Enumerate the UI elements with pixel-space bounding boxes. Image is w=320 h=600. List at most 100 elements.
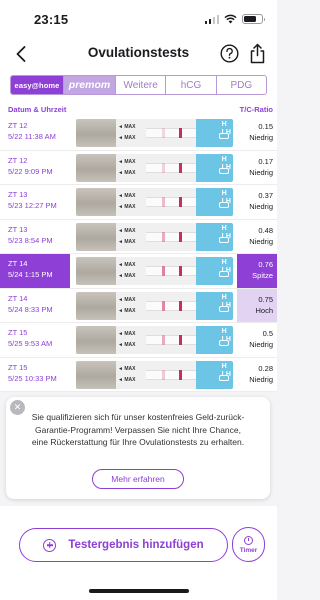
tab-label: Weitere bbox=[123, 79, 158, 91]
test-line bbox=[162, 266, 165, 276]
status-icons bbox=[204, 14, 265, 24]
strip-handle bbox=[76, 291, 116, 320]
row-ratio-cell: 0.75 Hoch bbox=[237, 288, 277, 322]
strip-label-box bbox=[219, 340, 229, 346]
control-line bbox=[179, 335, 182, 345]
strip-handle bbox=[76, 153, 116, 182]
strip-label-box bbox=[219, 202, 229, 208]
row-date-cell: ZT 15 5/25 9:53 AM bbox=[0, 323, 70, 357]
level-label: Niedrig bbox=[249, 374, 273, 384]
control-line bbox=[179, 369, 182, 380]
strip-max-marker: ◄ MAX ◄ MAX bbox=[118, 124, 136, 141]
cycle-day-label: ZT 13 bbox=[8, 224, 28, 234]
date-time-label: 5/24 8:33 PM bbox=[8, 304, 53, 314]
tc-ratio-value: 0.37 bbox=[258, 191, 273, 200]
tab-label: easy@home bbox=[14, 80, 60, 90]
tab-premom[interactable]: premom bbox=[63, 76, 115, 94]
test-line bbox=[162, 335, 165, 345]
row-date-cell: ZT 13 5/23 12:27 PM bbox=[0, 185, 70, 219]
date-time-label: 5/24 1:15 PM bbox=[8, 270, 53, 279]
wifi-icon bbox=[224, 14, 237, 24]
banner-text: Sie qualifizieren sich für unser kostenf… bbox=[31, 412, 245, 447]
level-label: Niedrig bbox=[249, 202, 273, 211]
strip-max-marker: ◄ MAX ◄ MAX bbox=[118, 193, 136, 210]
cycle-day-label: ZT 14 bbox=[8, 293, 28, 303]
tab-weitere[interactable]: Weitere bbox=[115, 76, 165, 94]
tc-ratio-value: 0.5 bbox=[262, 329, 273, 338]
row-ratio-cell: 0.17 Niedrig bbox=[237, 151, 277, 185]
tab-pdg[interactable]: PDG bbox=[215, 76, 266, 94]
test-result-row[interactable]: ZT 12 5/22 9:09 PM ◄ MAX ◄ MAX H LH 0.17 Niedri… bbox=[0, 150, 277, 185]
control-line bbox=[179, 197, 182, 207]
test-result-row[interactable]: ZT 13 5/23 8:54 PM ◄ MAX ◄ MAX H LH 0.48 Niedri… bbox=[0, 219, 277, 254]
control-line bbox=[179, 162, 182, 173]
add-test-result-label: Testergebnis hinzufügen bbox=[68, 539, 204, 551]
table-header: Datum & Uhrzeit T/C-Ratio bbox=[0, 102, 277, 116]
test-result-row[interactable]: ZT 13 5/23 12:27 PM ◄ MAX ◄ MAX H LH 0.37 Niedr… bbox=[0, 185, 277, 220]
test-strip-image: ◄ MAX ◄ MAX H LH bbox=[76, 222, 233, 251]
test-strip-image: ◄ MAX ◄ MAX H LH bbox=[76, 153, 233, 182]
tc-ratio-value: 0.28 bbox=[258, 363, 273, 373]
home-indicator bbox=[89, 589, 189, 593]
test-result-row[interactable]: ZT 15 5/25 9:53 AM ◄ MAX ◄ MAX H LH 0.5 Niedrig bbox=[0, 323, 277, 358]
level-label: Niedrig bbox=[249, 236, 273, 246]
test-strip-image: ◄ MAX ◄ MAX H LH bbox=[76, 291, 233, 320]
row-ratio-cell: 0.37 Niedrig bbox=[237, 185, 277, 219]
strip-window bbox=[146, 231, 196, 242]
row-date-cell: ZT 13 5/23 8:54 PM bbox=[0, 220, 70, 254]
add-test-result-button[interactable]: Testergebnis hinzufügen bbox=[19, 528, 228, 562]
strip-label: H LH bbox=[196, 291, 233, 320]
test-result-row[interactable]: ZT 15 5/25 10:33 PM ◄ MAX ◄ MAX H LH 0.28 Niedr… bbox=[0, 357, 277, 392]
control-line bbox=[179, 266, 182, 276]
test-result-row[interactable]: ZT 14 5/24 8:33 PM ◄ MAX ◄ MAX H LH 0.75 Hoch bbox=[0, 288, 277, 323]
strip-handle bbox=[76, 119, 116, 147]
plus-icon bbox=[43, 538, 57, 552]
tab-label: hCG bbox=[180, 79, 202, 91]
strip-window bbox=[146, 197, 196, 207]
cycle-day-label: ZT 12 bbox=[8, 121, 28, 130]
learn-more-button[interactable]: Mehr erfahren bbox=[92, 469, 184, 489]
row-ratio-cell: 0.28 Niedrig bbox=[237, 358, 277, 392]
column-header-date: Datum & Uhrzeit bbox=[8, 105, 67, 114]
strip-label-box bbox=[219, 167, 229, 174]
test-line bbox=[162, 231, 165, 242]
test-strip-image: ◄ MAX ◄ MAX H LH bbox=[76, 360, 233, 389]
bottom-toolbar: Testergebnis hinzufügen Timer bbox=[0, 506, 277, 600]
test-line bbox=[162, 128, 165, 138]
timer-button[interactable]: Timer bbox=[232, 527, 265, 562]
timer-icon bbox=[244, 535, 253, 545]
test-result-row[interactable]: ZT 14 5/24 1:15 PM ◄ MAX ◄ MAX H LH 0.76 Spitze bbox=[0, 254, 277, 289]
test-line bbox=[162, 369, 165, 380]
date-time-label: 5/22 11:38 AM bbox=[8, 132, 56, 141]
date-time-label: 5/23 8:54 PM bbox=[8, 235, 53, 245]
help-icon[interactable] bbox=[220, 44, 239, 63]
test-strip-image: ◄ MAX ◄ MAX H LH bbox=[76, 326, 233, 354]
share-icon[interactable] bbox=[248, 43, 267, 64]
tab-easyhome[interactable]: easy@home bbox=[11, 76, 63, 94]
tab-label: PDG bbox=[230, 79, 253, 91]
level-label: Niedrig bbox=[249, 340, 273, 349]
cycle-day-label: ZT 12 bbox=[8, 155, 28, 165]
strip-label: H LH bbox=[196, 326, 233, 354]
tab-hcg[interactable]: hCG bbox=[165, 76, 215, 94]
close-icon[interactable]: ✕ bbox=[10, 400, 25, 415]
strip-max-marker: ◄ MAX ◄ MAX bbox=[118, 296, 136, 314]
tc-ratio-value: 0.75 bbox=[258, 294, 273, 304]
status-bar: 23:15 bbox=[0, 0, 277, 40]
row-date-cell: ZT 12 5/22 9:09 PM bbox=[0, 151, 70, 185]
strip-label: H LH bbox=[196, 188, 233, 216]
tc-ratio-value: 0.48 bbox=[258, 225, 273, 235]
strip-window bbox=[146, 266, 196, 276]
cycle-day-label: ZT 15 bbox=[8, 328, 28, 337]
tc-ratio-value: 0.15 bbox=[258, 122, 273, 131]
strip-handle bbox=[76, 222, 116, 251]
strip-max-marker: ◄ MAX ◄ MAX bbox=[118, 331, 136, 348]
test-result-row[interactable]: ZT 12 5/22 11:38 AM ◄ MAX ◄ MAX H LH 0.15 Niedr… bbox=[0, 116, 277, 151]
tab-label: premom bbox=[68, 79, 111, 91]
level-label: Hoch bbox=[255, 305, 273, 315]
row-ratio-cell: 0.5 Niedrig bbox=[237, 323, 277, 357]
strip-label-box bbox=[219, 271, 229, 277]
strip-window bbox=[146, 162, 196, 173]
row-date-cell: ZT 14 5/24 8:33 PM bbox=[0, 289, 70, 323]
row-ratio-cell: 0.76 Spitze bbox=[237, 254, 277, 288]
